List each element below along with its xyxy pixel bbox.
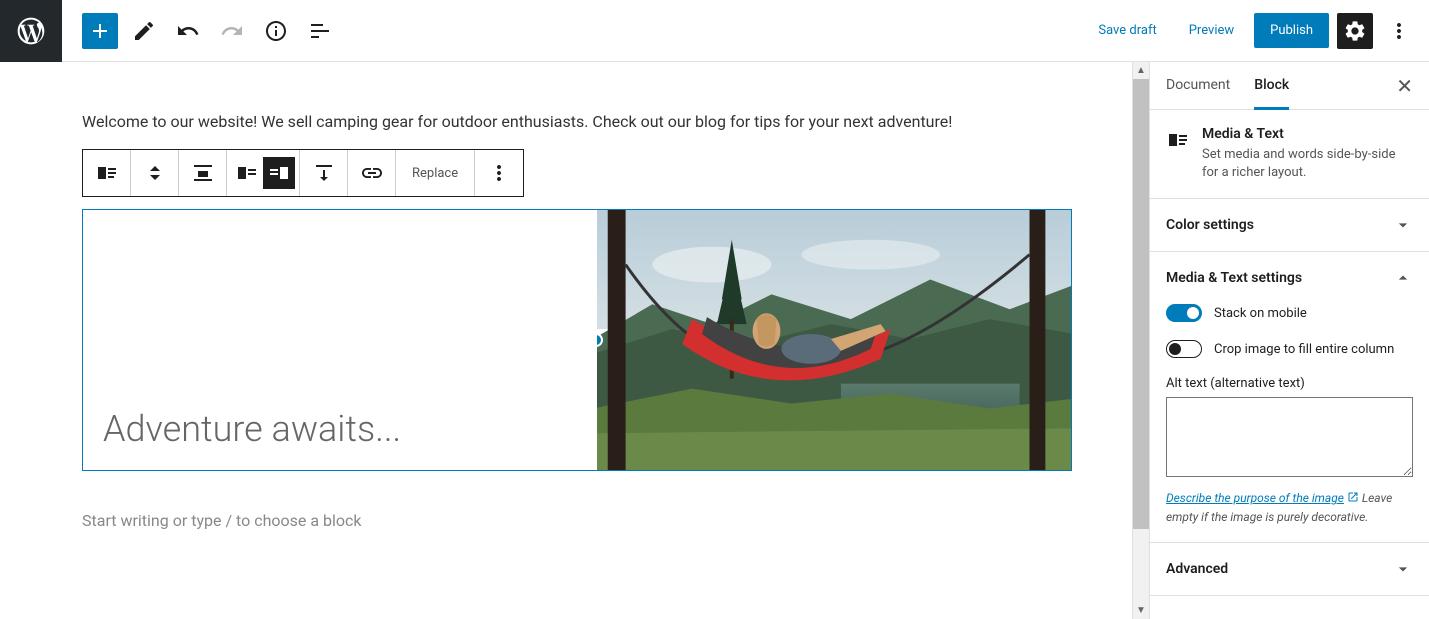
media-text-block[interactable]: Adventure awaits... xyxy=(82,209,1072,471)
tab-block[interactable]: Block xyxy=(1254,77,1289,110)
edit-mode-button[interactable] xyxy=(126,13,162,49)
outline-button[interactable] xyxy=(302,13,338,49)
block-description: Set media and words side-by-side for a r… xyxy=(1202,146,1413,182)
save-draft-button[interactable]: Save draft xyxy=(1086,15,1168,46)
undo-button[interactable] xyxy=(170,13,206,49)
top-toolbar: Save draft Preview Publish xyxy=(0,0,1429,62)
alt-text-label: Alt text (alternative text) xyxy=(1166,376,1413,391)
replace-media-button[interactable]: Replace xyxy=(396,150,475,196)
stack-mobile-label: Stack on mobile xyxy=(1214,306,1307,321)
add-block-button[interactable] xyxy=(82,13,118,49)
move-handles-button[interactable] xyxy=(131,150,179,196)
block-toolbar: Replace xyxy=(82,149,524,197)
alt-text-input[interactable] xyxy=(1166,397,1413,477)
tab-document[interactable]: Document xyxy=(1166,77,1230,110)
publish-button[interactable]: Publish xyxy=(1254,13,1329,48)
alt-help-link[interactable]: Describe the purpose of the image xyxy=(1166,491,1344,505)
media-text-settings-panel-header[interactable]: Media & Text settings xyxy=(1150,252,1429,304)
vertical-scrollbar[interactable]: ▲ ▼ xyxy=(1132,62,1149,619)
color-settings-panel-header[interactable]: Color settings xyxy=(1150,199,1429,251)
intro-paragraph[interactable]: Welcome to our website! We sell camping … xyxy=(82,112,1072,131)
media-left-button[interactable] xyxy=(231,157,263,189)
crop-fill-toggle[interactable] xyxy=(1166,340,1202,358)
media-column[interactable] xyxy=(597,210,1071,470)
block-more-button[interactable] xyxy=(475,150,523,196)
chevron-down-icon xyxy=(1393,559,1413,579)
crop-fill-label: Crop image to fill entire column xyxy=(1214,342,1394,357)
wordpress-logo[interactable] xyxy=(0,0,62,62)
block-info-panel: Media & Text Set media and words side-by… xyxy=(1150,110,1429,199)
info-button[interactable] xyxy=(258,13,294,49)
close-sidebar-button[interactable]: ✕ xyxy=(1396,74,1413,98)
scroll-down-arrow[interactable]: ▼ xyxy=(1133,602,1149,619)
new-block-placeholder[interactable]: Start writing or type / to choose a bloc… xyxy=(82,511,1072,530)
link-button[interactable] xyxy=(348,150,396,196)
stack-mobile-toggle[interactable] xyxy=(1166,304,1202,322)
scroll-up-arrow[interactable]: ▲ xyxy=(1133,62,1149,79)
text-column[interactable]: Adventure awaits... xyxy=(83,210,597,470)
settings-sidebar: Document Block ✕ Media & Text Set media … xyxy=(1149,62,1429,619)
block-heading[interactable]: Adventure awaits... xyxy=(103,408,401,450)
chevron-down-icon xyxy=(1393,215,1413,235)
settings-button[interactable] xyxy=(1337,13,1373,49)
block-title: Media & Text xyxy=(1202,126,1413,142)
external-link-icon xyxy=(1347,490,1359,508)
alt-text-help: Describe the purpose of the image Leave … xyxy=(1166,489,1413,526)
block-type-button[interactable] xyxy=(83,150,131,196)
editor-canvas[interactable]: Welcome to our website! We sell camping … xyxy=(0,62,1132,619)
media-text-icon xyxy=(1166,128,1190,152)
chevron-up-icon xyxy=(1393,268,1413,288)
hammock-image xyxy=(597,210,1071,470)
align-button[interactable] xyxy=(179,150,227,196)
media-right-button[interactable] xyxy=(263,157,295,189)
advanced-panel-header[interactable]: Advanced xyxy=(1150,543,1429,595)
preview-button[interactable]: Preview xyxy=(1177,15,1246,46)
more-options-button[interactable] xyxy=(1381,13,1417,49)
redo-button xyxy=(214,13,250,49)
scroll-thumb[interactable] xyxy=(1133,79,1149,529)
vertical-align-button[interactable] xyxy=(300,150,348,196)
